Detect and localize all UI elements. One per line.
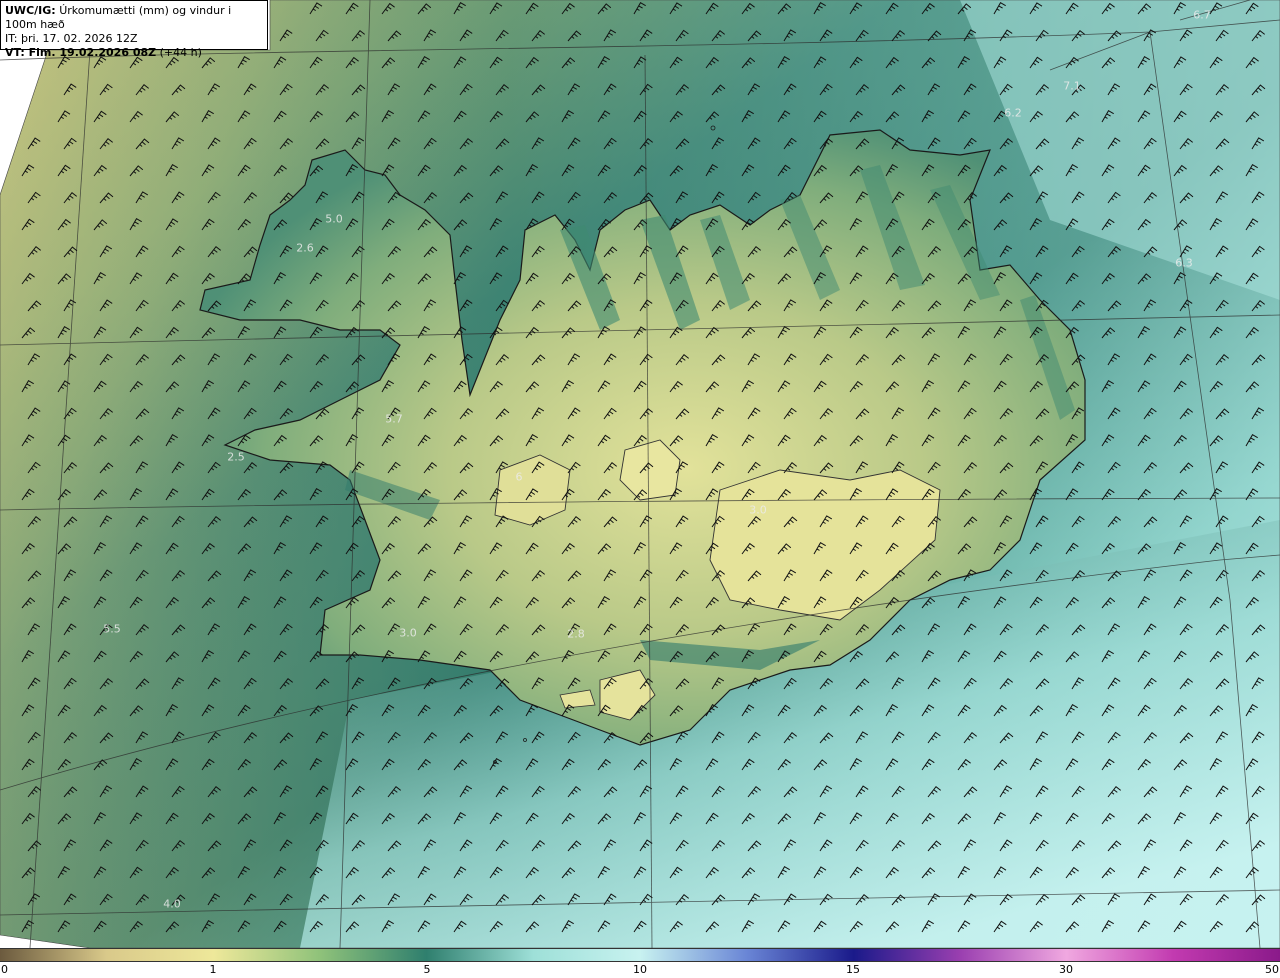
initial-time: IT: þri. 17. 02. 2026 12Z bbox=[5, 32, 138, 45]
colorbar-tick-0: 0 bbox=[1, 963, 8, 976]
colorbar-tick-5: 30 bbox=[1059, 963, 1073, 976]
map-canvas bbox=[0, 0, 1280, 948]
colorbar-tick-2: 5 bbox=[423, 963, 431, 976]
colorbar-scale bbox=[0, 948, 1280, 962]
value-label-breidafj: 5.7 bbox=[385, 412, 403, 426]
value-label-sw-sea: 5.5 bbox=[103, 622, 121, 636]
valid-time: VT: Fim. 19.02.2026 08Z bbox=[5, 46, 157, 59]
value-label-south: 2.8 bbox=[567, 627, 585, 641]
colorbar-tick-1: 1 bbox=[209, 963, 217, 976]
header-title-line: UWC/IG: Úrkomumætti (mm) og vindur i 100… bbox=[5, 4, 263, 32]
value-label-south-sea: 4.0 bbox=[163, 897, 181, 911]
value-label-ne-sea-1: 7.1 bbox=[1063, 79, 1081, 93]
map-header: UWC/IG: Úrkomumætti (mm) og vindur i 100… bbox=[0, 0, 268, 59]
value-label-east-sea: 6.3 bbox=[1175, 256, 1193, 270]
value-label-nw-inland: 2.6 bbox=[296, 241, 314, 255]
value-label-nw-fjords: 5.0 bbox=[325, 212, 343, 226]
value-label-reykjanes: 3.0 bbox=[399, 626, 417, 640]
value-label-snaefell: 2.5 bbox=[227, 450, 245, 464]
colorbar-tick-3: 10 bbox=[633, 963, 647, 976]
lead-time: (+44 h) bbox=[159, 46, 202, 59]
colorbar-tick-4: 15 bbox=[846, 963, 860, 976]
colorbar-legend: 0 1 5 10 15 30 50 bbox=[0, 948, 1280, 978]
colorbar-tick-6: 50 bbox=[1265, 963, 1279, 976]
value-label-ne-sea-2: 6.2 bbox=[1004, 106, 1022, 120]
valid-time-line: VT: Fim. 19.02.2026 08Z (+44 h) bbox=[5, 46, 263, 60]
model-name: UWC/IG: bbox=[5, 4, 56, 17]
value-label-hofsjokull: 6 bbox=[515, 470, 523, 484]
value-label-vatnajokull: 3.0 bbox=[749, 503, 767, 517]
value-label-far-ne: 6.7 bbox=[1193, 8, 1211, 22]
forecast-map: 5.0 2.6 5.7 2.5 6 3.0 5.5 3.0 2.8 7.1 6.… bbox=[0, 0, 1280, 978]
